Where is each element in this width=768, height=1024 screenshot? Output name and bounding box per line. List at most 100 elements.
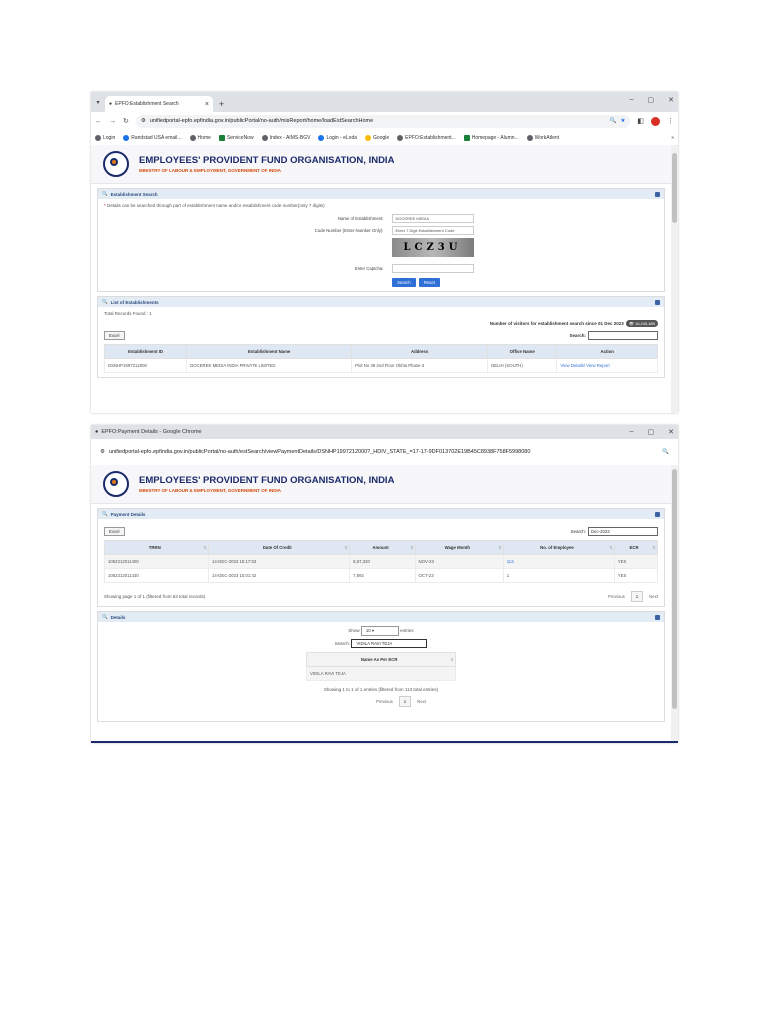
column-header[interactable]: Establishment Name bbox=[186, 344, 353, 359]
amount: 7,892 bbox=[349, 568, 416, 583]
collapse-icon[interactable] bbox=[655, 191, 660, 197]
bookmark-item[interactable]: Google bbox=[365, 134, 389, 141]
details-pagination: Previous 1 Next bbox=[104, 696, 658, 707]
sort-icon: ⇅ bbox=[652, 544, 656, 550]
next-button[interactable]: Next bbox=[649, 594, 658, 599]
sidebar-icon[interactable]: ◧ bbox=[637, 117, 644, 125]
excel-button[interactable]: Excel bbox=[104, 527, 125, 536]
close-tab-icon[interactable]: × bbox=[205, 101, 209, 108]
tab-search-icon[interactable]: ▾ bbox=[91, 92, 105, 112]
entries-select[interactable]: 10 ▾ bbox=[360, 626, 399, 636]
address-bar[interactable]: ⚙ unifiedportal-epfo.epfindia.gov.in/pub… bbox=[95, 445, 674, 459]
page-button[interactable]: 1 bbox=[630, 591, 644, 602]
close-window-icon[interactable]: ✕ bbox=[668, 96, 674, 104]
establishment-name-input[interactable]: DOCEREE MEDIA bbox=[391, 214, 474, 223]
bookmark-star-icon[interactable]: ★ bbox=[620, 118, 625, 124]
site-info-icon[interactable]: ⚙ bbox=[141, 118, 146, 124]
column-header[interactable]: Address bbox=[351, 344, 489, 359]
establishment-code-input[interactable]: Enter 7 Digit Establishment Code bbox=[391, 226, 474, 235]
column-header[interactable]: Amount ⇅ bbox=[349, 540, 416, 555]
restore-icon[interactable]: ▢ bbox=[648, 428, 655, 436]
close-window-icon[interactable]: ✕ bbox=[668, 428, 674, 436]
globe-icon bbox=[261, 134, 268, 141]
reload-icon[interactable]: ↻ bbox=[123, 117, 129, 125]
page-button[interactable]: 1 bbox=[398, 696, 412, 707]
excel-button[interactable]: Excel bbox=[104, 331, 125, 340]
search-icon: 🔍 bbox=[102, 511, 108, 516]
panel-header: 🔍 Payment Details bbox=[98, 509, 664, 519]
bookmark-item[interactable]: EPFO:Establishment... bbox=[397, 134, 456, 141]
visitor-text: Number of visitors for establishment sea… bbox=[489, 321, 624, 326]
bookmark-item[interactable]: Index - AIMS-BGV bbox=[261, 134, 310, 141]
next-button[interactable]: Next bbox=[417, 699, 426, 704]
browser-window-establishment-search: ▾ ● EPFO:Establishment Search × + – ▢ ✕ … bbox=[91, 92, 678, 413]
captcha-label: Enter Captcha: bbox=[354, 266, 384, 271]
globe-icon: ● bbox=[109, 101, 113, 107]
menu-icon[interactable]: ⋮ bbox=[667, 117, 674, 125]
table-row: DSNHP1997212000 DOCEREE MEDIA INDIA PRIV… bbox=[103, 358, 658, 373]
profile-avatar[interactable] bbox=[651, 116, 660, 126]
scrollbar[interactable] bbox=[671, 465, 678, 743]
table-row: 1052312011430 14-DEC-2023 15:01:42 7,892… bbox=[103, 568, 659, 583]
more-bookmarks-icon[interactable]: » bbox=[671, 135, 674, 141]
details-panel: 🔍 Details Show 10 ▾ entries Search: VIDI… bbox=[97, 611, 665, 722]
footer-bar bbox=[91, 741, 678, 743]
collapse-icon[interactable] bbox=[655, 299, 660, 305]
bookmark-item[interactable]: Homepage - Alumn... bbox=[463, 134, 519, 141]
previous-button[interactable]: Previous bbox=[376, 699, 393, 704]
ecr: YES bbox=[613, 554, 659, 569]
search-icon: 🔍 bbox=[102, 299, 108, 304]
minimize-icon[interactable]: – bbox=[630, 96, 634, 104]
site-info-icon[interactable]: ⚙ bbox=[100, 449, 105, 455]
tab-establishment-search[interactable]: ● EPFO:Establishment Search × bbox=[105, 96, 213, 112]
zoom-icon[interactable]: 🔍 bbox=[662, 449, 669, 455]
employee-count-link[interactable]: 113 bbox=[502, 554, 615, 569]
back-icon[interactable]: ← bbox=[95, 118, 102, 125]
bookmark-item[interactable]: Randstad USA email... bbox=[123, 134, 182, 141]
bookmark-item[interactable]: Login - eLoda bbox=[318, 134, 357, 141]
search-button[interactable]: Search bbox=[392, 278, 416, 287]
ecr-name-table: Name As Per ECR ⇅ VIDILA RAVI TEJA bbox=[306, 652, 456, 681]
establishment-search-panel: 🔍 Establishment Search * Details can be … bbox=[97, 188, 665, 292]
view-details-link[interactable]: View Details/ View Report bbox=[556, 358, 658, 373]
collapse-icon[interactable] bbox=[655, 614, 660, 620]
bookmark-item[interactable]: WorkAtlent bbox=[526, 134, 559, 141]
scrollbar[interactable] bbox=[671, 145, 678, 413]
collapse-icon[interactable] bbox=[655, 511, 660, 517]
new-tab-icon[interactable]: + bbox=[219, 99, 224, 109]
globe-icon bbox=[526, 134, 533, 141]
column-header[interactable]: Establishment ID bbox=[103, 344, 188, 359]
column-header[interactable]: Wage Month ⇅ bbox=[414, 540, 504, 555]
table-search-input[interactable] bbox=[588, 331, 658, 340]
column-header[interactable]: Date Of Credit ⇅ bbox=[208, 540, 351, 555]
previous-button[interactable]: Previous bbox=[608, 594, 625, 599]
bookmark-item[interactable]: Login bbox=[95, 134, 115, 141]
office-name: DELHI (SOUTH) bbox=[487, 358, 558, 373]
sort-icon: ⇅ bbox=[344, 544, 349, 550]
column-header[interactable]: ECR ⇅ bbox=[613, 540, 659, 555]
window-controls: – ▢ ✕ bbox=[630, 96, 674, 104]
forward-icon[interactable]: → bbox=[109, 118, 116, 125]
amount: 8,67,320 bbox=[349, 554, 416, 569]
payment-search-input[interactable]: Dec-2023 bbox=[588, 527, 658, 536]
wage-month: NOV-23 bbox=[414, 554, 504, 569]
panel-title: Payment Details bbox=[110, 511, 146, 517]
restore-icon[interactable]: ▢ bbox=[648, 96, 655, 104]
zoom-icon[interactable]: 🔍 bbox=[610, 118, 617, 124]
details-search-input[interactable]: VIDILA RAVI TEJA bbox=[351, 639, 428, 648]
panel-title: Establishment Search bbox=[110, 191, 158, 197]
column-header[interactable]: Office Name bbox=[487, 344, 558, 359]
pagination: Previous 1 Next bbox=[608, 591, 658, 602]
column-header[interactable]: Name As Per ECR ⇅ bbox=[306, 652, 456, 667]
captcha-input[interactable] bbox=[391, 264, 474, 273]
search-note: * Details can be searched through part o… bbox=[104, 203, 325, 208]
bookmark-item[interactable]: ServiceNow bbox=[218, 134, 254, 141]
bookmark-item[interactable]: Home bbox=[189, 134, 211, 141]
column-header[interactable]: Action bbox=[556, 344, 658, 359]
ecr: YES bbox=[613, 568, 659, 583]
column-header[interactable]: TRRN ⇅ bbox=[103, 540, 210, 555]
address-bar[interactable]: ⚙ unifiedportal-epfo.epfindia.gov.in/pub… bbox=[135, 114, 631, 128]
reset-button[interactable]: Reset bbox=[418, 278, 440, 287]
minimize-icon[interactable]: – bbox=[630, 428, 634, 436]
column-header[interactable]: No. of Employee ⇅ bbox=[502, 540, 615, 555]
